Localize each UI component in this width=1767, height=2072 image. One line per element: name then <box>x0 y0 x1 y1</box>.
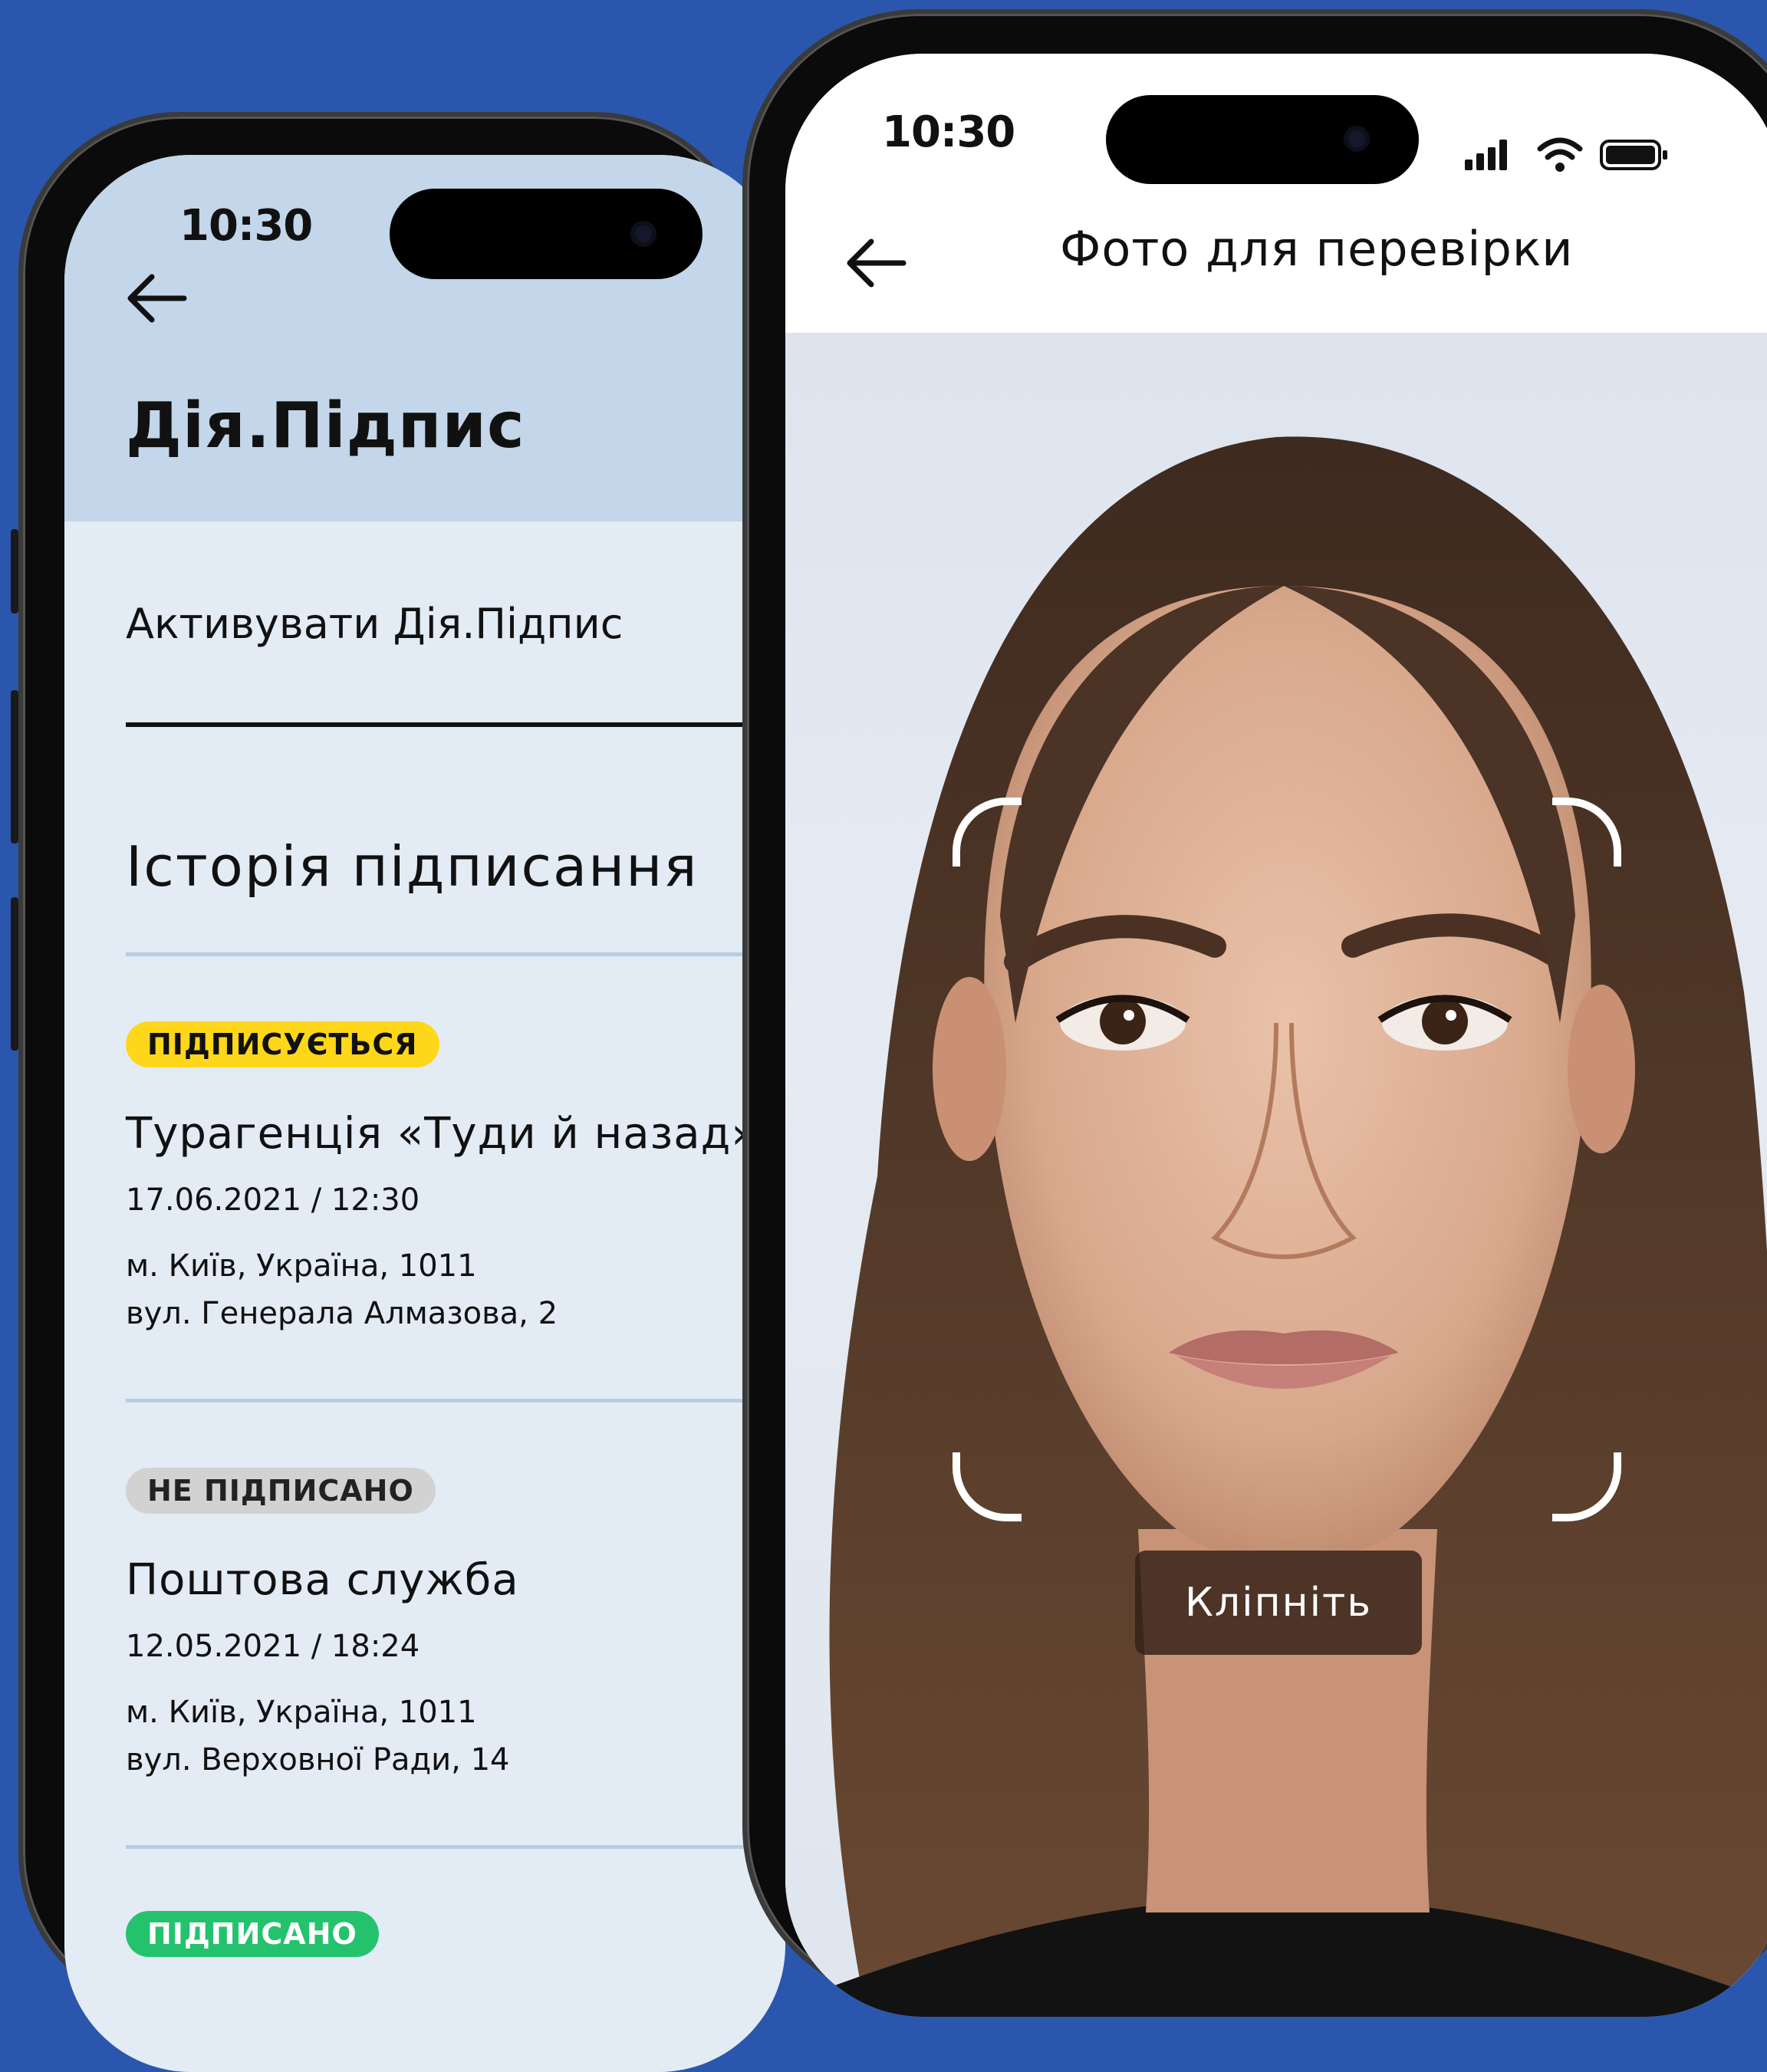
status-badge-signing: ПІДПИСУЄТЬСЯ <box>126 1021 439 1067</box>
status-icons <box>1465 137 1667 172</box>
status-badge-signed: ПІДПИСАНО <box>126 1911 379 1957</box>
status-time: 10:30 <box>179 201 313 251</box>
entry-address-line2: вул. Верховної Ради, 14 <box>126 1742 510 1778</box>
entry-datetime: 12.05.2021 / 18:24 <box>126 1629 420 1664</box>
entry-datetime: 17.06.2021 / 12:30 <box>126 1182 420 1218</box>
left-phone-side-button <box>11 529 18 613</box>
back-arrow-icon[interactable] <box>844 235 908 291</box>
camera-icon <box>1344 126 1370 152</box>
dynamic-island <box>1106 95 1419 184</box>
face-photo <box>785 436 1767 2017</box>
signal-icon <box>1465 140 1507 170</box>
entry-address-line1: м. Київ, Україна, 1011 <box>126 1248 477 1284</box>
right-phone: 10:30 Фото для перевірки Кліпніть <box>742 9 1767 2017</box>
divider <box>126 1399 785 1403</box>
screen-title: Фото для перевірки <box>1060 221 1574 277</box>
back-arrow-icon[interactable] <box>124 270 189 327</box>
camera-preview <box>785 333 1767 2017</box>
entry-title[interactable]: Поштова служба <box>126 1555 519 1605</box>
blink-instruction: Кліпніть <box>1135 1551 1422 1655</box>
entry-address-line1: м. Київ, Україна, 1011 <box>126 1695 477 1730</box>
left-phone: 10:30 Дія.Підпис Активувати Дія.Підпис І… <box>18 112 785 2072</box>
section-title-history: Історія підписання <box>126 834 699 899</box>
status-time: 10:30 <box>882 107 1015 157</box>
left-phone-side-button <box>11 690 18 844</box>
camera-icon <box>630 221 656 247</box>
entry-address-line2: вул. Генерала Алмазова, 2 <box>126 1296 558 1331</box>
dynamic-island <box>390 189 703 279</box>
battery-icon <box>1600 140 1667 170</box>
page-title: Дія.Підпис <box>126 390 525 462</box>
right-phone-screen: 10:30 Фото для перевірки Кліпніть <box>785 54 1767 2017</box>
left-phone-side-button <box>11 897 18 1051</box>
divider <box>126 952 785 956</box>
left-phone-screen: 10:30 Дія.Підпис Активувати Дія.Підпис І… <box>64 155 785 2072</box>
activate-signature-link[interactable]: Активувати Дія.Підпис <box>126 600 623 648</box>
entry-title[interactable]: Турагенція «Туди й назад» <box>126 1109 758 1159</box>
divider <box>126 722 785 727</box>
wifi-icon <box>1537 137 1583 172</box>
status-badge-not-signed: НЕ ПІДПИСАНО <box>126 1468 436 1514</box>
divider <box>126 1845 785 1849</box>
